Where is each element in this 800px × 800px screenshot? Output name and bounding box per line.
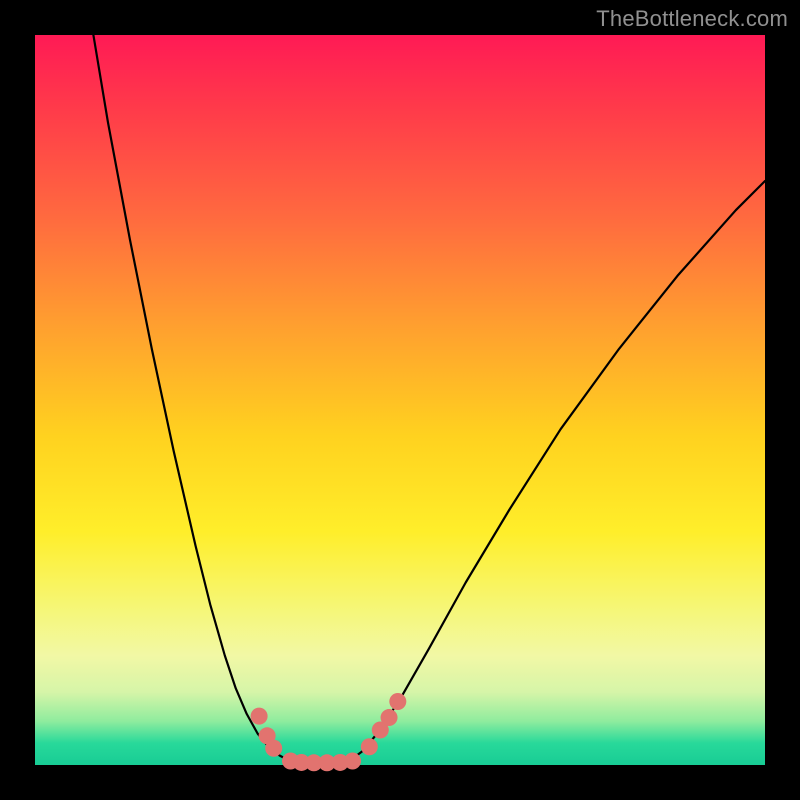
- watermark-text: TheBottleneck.com: [596, 6, 788, 32]
- data-marker: [344, 752, 361, 769]
- curve-group: [93, 35, 765, 763]
- plot-area: [35, 35, 765, 765]
- data-marker: [251, 708, 268, 725]
- marker-group: [251, 693, 407, 771]
- data-marker: [265, 740, 282, 757]
- chart-svg: [35, 35, 765, 765]
- data-marker: [381, 709, 398, 726]
- data-marker: [389, 693, 406, 710]
- bottleneck-curve: [93, 35, 765, 763]
- outer-frame: TheBottleneck.com: [0, 0, 800, 800]
- data-marker: [361, 738, 378, 755]
